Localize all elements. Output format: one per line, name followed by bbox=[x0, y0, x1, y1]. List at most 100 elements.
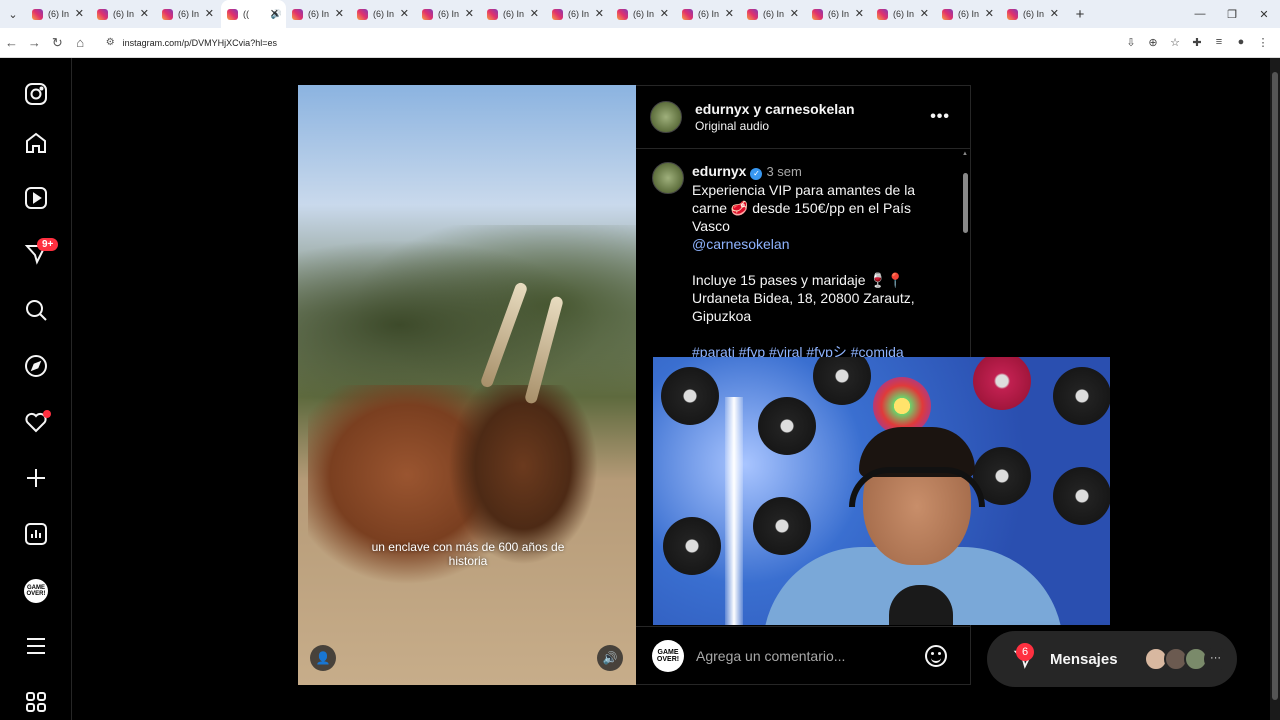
forward-button[interactable]: → bbox=[23, 35, 46, 50]
extensions-icon[interactable]: ✚ bbox=[1186, 36, 1208, 49]
instagram-favicon-icon bbox=[292, 8, 303, 20]
vinyl-record bbox=[973, 357, 1031, 410]
browser-tab[interactable]: (6) In ✕ bbox=[871, 0, 936, 28]
emoji-icon[interactable] bbox=[925, 644, 947, 667]
tab-label: (6) In bbox=[503, 9, 525, 19]
search-icon[interactable] bbox=[24, 298, 48, 322]
caption-username[interactable]: edurnyx bbox=[692, 163, 746, 179]
browser-menu-icon[interactable]: ⋮ bbox=[1252, 36, 1274, 49]
tab-label: (6) In bbox=[958, 9, 980, 19]
comments-scrollbar[interactable]: ▲ bbox=[960, 149, 970, 359]
scroll-up-icon[interactable]: ▲ bbox=[962, 151, 968, 157]
install-app-icon[interactable]: ⇩ bbox=[1120, 36, 1142, 49]
tab-label: (6) In bbox=[373, 9, 395, 19]
more-options-button[interactable]: ••• bbox=[930, 108, 950, 126]
tab-label: (6) In bbox=[763, 9, 785, 19]
reading-list-icon[interactable]: ≡ bbox=[1208, 36, 1230, 49]
page-scrollbar[interactable] bbox=[1270, 58, 1280, 720]
caption-time[interactable]: 3 sem bbox=[766, 164, 801, 179]
browser-tab[interactable]: (6) In ✕ bbox=[741, 0, 806, 28]
menu-icon[interactable] bbox=[24, 634, 48, 658]
browser-tab-active[interactable]: ((🔊 ✕ bbox=[221, 0, 286, 28]
profile-icon[interactable]: ● bbox=[1230, 36, 1252, 49]
tab-close-icon[interactable]: ✕ bbox=[270, 7, 279, 20]
url-text: instagram.com/p/DVMYHjXCvia?hl=es bbox=[122, 37, 277, 48]
browser-tab[interactable]: (6) In ✕ bbox=[286, 0, 351, 28]
commenter-avatar: GAME OVER! bbox=[652, 639, 684, 672]
scroll-thumb[interactable] bbox=[963, 173, 968, 233]
comment-bar: GAME OVER! bbox=[636, 626, 971, 684]
tab-close-icon[interactable]: ✕ bbox=[140, 7, 149, 20]
close-window-button[interactable]: ✕ bbox=[1248, 8, 1280, 21]
volume-icon[interactable]: 🔊 bbox=[597, 645, 623, 671]
browser-tab[interactable]: (6) In ✕ bbox=[91, 0, 156, 28]
comment-input[interactable] bbox=[696, 647, 906, 664]
home-icon[interactable] bbox=[24, 131, 48, 155]
instagram-favicon-icon bbox=[552, 8, 563, 20]
new-tab-button[interactable]: + bbox=[1066, 6, 1094, 23]
tab-close-icon[interactable]: ✕ bbox=[985, 7, 994, 20]
browser-tab[interactable]: (6) In ✕ bbox=[611, 0, 676, 28]
browser-tab[interactable]: (6) In ✕ bbox=[806, 0, 871, 28]
browser-tab[interactable]: (6) In ✕ bbox=[156, 0, 221, 28]
url-field[interactable]: ⚙ instagram.com/p/DVMYHjXCvia?hl=es bbox=[97, 31, 1120, 54]
tab-close-icon[interactable]: ✕ bbox=[400, 7, 409, 20]
page-scroll-thumb[interactable] bbox=[1272, 72, 1278, 700]
caption-text-line1: Experiencia VIP para amantes de la carne… bbox=[692, 182, 916, 234]
tab-close-icon[interactable]: ✕ bbox=[790, 7, 799, 20]
tab-close-icon[interactable]: ✕ bbox=[530, 7, 539, 20]
reload-button[interactable]: ↻ bbox=[46, 35, 69, 51]
zoom-icon[interactable]: ⊕ bbox=[1142, 36, 1164, 49]
tab-close-icon[interactable]: ✕ bbox=[920, 7, 929, 20]
explore-compass-icon[interactable] bbox=[24, 354, 48, 378]
post-authors[interactable]: edurnyx y carnesokelan bbox=[695, 101, 855, 117]
home-button[interactable]: ⌂ bbox=[69, 35, 92, 50]
tab-close-icon[interactable]: ✕ bbox=[725, 7, 734, 20]
tab-close-icon[interactable]: ✕ bbox=[855, 7, 864, 20]
back-button[interactable]: ← bbox=[0, 35, 23, 50]
verified-badge-icon: ✓ bbox=[750, 168, 763, 180]
site-info-icon[interactable]: ⚙ bbox=[106, 37, 115, 48]
instagram-logo-icon[interactable] bbox=[24, 82, 48, 106]
mention-link[interactable]: @carnesokelan bbox=[692, 235, 952, 253]
vinyl-record bbox=[1053, 367, 1110, 425]
reels-icon[interactable] bbox=[24, 186, 48, 210]
post-video[interactable]: un enclave con más de 600 años de histor… bbox=[298, 85, 636, 685]
restore-button[interactable]: ❐ bbox=[1216, 8, 1248, 21]
instagram-favicon-icon bbox=[162, 8, 173, 20]
tab-close-icon[interactable]: ✕ bbox=[660, 7, 669, 20]
more-apps-icon[interactable] bbox=[24, 690, 48, 714]
tab-label: (6) In bbox=[308, 9, 330, 19]
address-bar: ← → ↻ ⌂ ⚙ instagram.com/p/DVMYHjXCvia?hl… bbox=[0, 28, 1280, 58]
tab-close-icon[interactable]: ✕ bbox=[1050, 7, 1059, 20]
minimize-button[interactable]: — bbox=[1184, 8, 1216, 21]
browser-tab[interactable]: (6) In ✕ bbox=[676, 0, 741, 28]
instagram-favicon-icon bbox=[97, 8, 108, 20]
browser-tab[interactable]: (6) In ✕ bbox=[481, 0, 546, 28]
tab-close-icon[interactable]: ✕ bbox=[75, 7, 84, 20]
user-tags-icon[interactable]: 👤 bbox=[310, 645, 336, 671]
tab-close-icon[interactable]: ✕ bbox=[465, 7, 474, 20]
bookmark-star-icon[interactable]: ☆ bbox=[1164, 36, 1186, 49]
tab-close-icon[interactable]: ✕ bbox=[335, 7, 344, 20]
audio-link[interactable]: Original audio bbox=[695, 119, 855, 133]
browser-tab[interactable]: (6) In ✕ bbox=[1001, 0, 1066, 28]
browser-tab[interactable]: (6) In ✕ bbox=[26, 0, 91, 28]
browser-tab[interactable]: (6) In ✕ bbox=[936, 0, 1001, 28]
tab-close-icon[interactable]: ✕ bbox=[595, 7, 604, 20]
browser-tab[interactable]: (6) In ✕ bbox=[351, 0, 416, 28]
browser-tab[interactable]: (6) In ✕ bbox=[416, 0, 481, 28]
create-plus-icon[interactable] bbox=[24, 466, 48, 490]
profile-avatar[interactable]: GAME OVER! bbox=[24, 579, 48, 603]
tab-label: (6) In bbox=[828, 9, 850, 19]
tab-close-icon[interactable]: ✕ bbox=[205, 7, 214, 20]
activity-dot bbox=[43, 410, 51, 418]
browser-tab[interactable]: (6) In ✕ bbox=[546, 0, 611, 28]
window-controls: — ❐ ✕ bbox=[1184, 8, 1280, 21]
instagram-favicon-icon bbox=[812, 8, 823, 20]
author-avatar[interactable] bbox=[650, 101, 682, 133]
instagram-favicon-icon bbox=[877, 8, 888, 20]
caption-author-avatar[interactable] bbox=[652, 162, 684, 194]
dashboard-icon[interactable] bbox=[24, 522, 48, 546]
tab-search-button[interactable]: ⌄ bbox=[0, 0, 26, 28]
